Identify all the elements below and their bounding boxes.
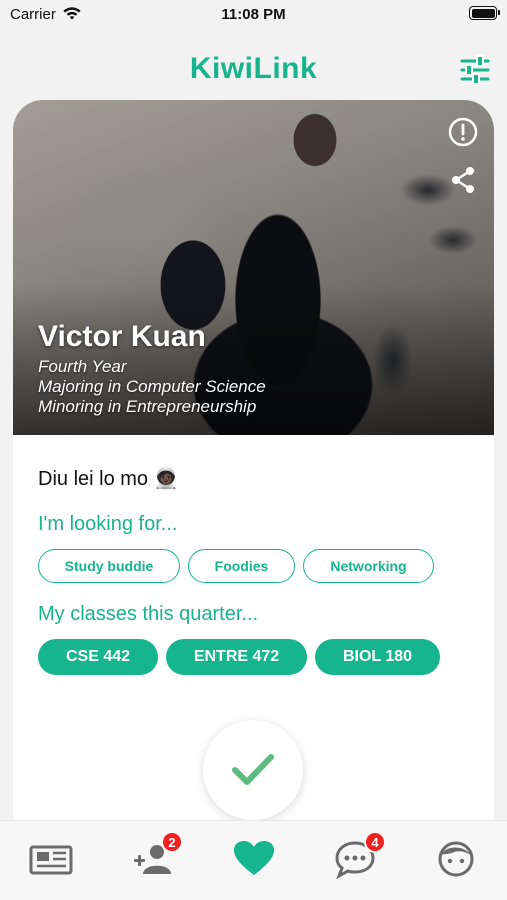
clock: 11:08 PM xyxy=(221,6,286,23)
class-tags: CSE 442 ENTRE 472 BIOL 180 xyxy=(38,639,440,675)
profile-major: Majoring in Computer Science xyxy=(38,377,266,396)
face-icon xyxy=(438,841,474,877)
battery-icon xyxy=(469,6,500,20)
report-icon[interactable] xyxy=(447,116,479,148)
share-icon[interactable] xyxy=(447,164,479,196)
profile-bio: Diu lei lo mo 🧑🏿‍🚀 xyxy=(38,468,179,490)
tag-chip: Networking xyxy=(303,549,434,583)
tab-bar: 2 4 xyxy=(0,820,507,900)
status-bar: Carrier 11:08 PM xyxy=(0,0,507,30)
heart-icon xyxy=(234,841,274,875)
profile-year: Fourth Year xyxy=(38,357,127,376)
tab-matches[interactable] xyxy=(232,839,276,879)
tab-news-feed[interactable] xyxy=(29,839,73,879)
classes-title: My classes this quarter... xyxy=(38,603,259,625)
checkmark-icon xyxy=(232,754,274,785)
messages-badge: 4 xyxy=(364,831,386,853)
friend-requests-badge: 2 xyxy=(161,831,183,853)
profile-name: Victor Kuan xyxy=(38,320,206,353)
app-title: KiwiLink xyxy=(189,52,318,85)
tag-chip: Foodies xyxy=(188,549,295,583)
looking-for-title: I'm looking for... xyxy=(38,513,178,535)
profile-minor: Minoring in Entrepreneurship xyxy=(38,397,257,416)
newspaper-icon xyxy=(29,845,73,875)
looking-for-tags: Study buddie Foodies Networking xyxy=(38,549,434,583)
class-chip: BIOL 180 xyxy=(315,639,440,675)
tab-profile[interactable] xyxy=(434,839,478,879)
profile-card[interactable]: Victor Kuan Fourth Year Majoring in Comp… xyxy=(13,100,494,820)
class-chip: ENTRE 472 xyxy=(166,639,307,675)
class-chip: CSE 442 xyxy=(38,639,158,675)
accept-button[interactable] xyxy=(203,720,303,820)
filter-sliders-icon[interactable] xyxy=(459,54,491,86)
tag-chip: Study buddie xyxy=(38,549,180,583)
